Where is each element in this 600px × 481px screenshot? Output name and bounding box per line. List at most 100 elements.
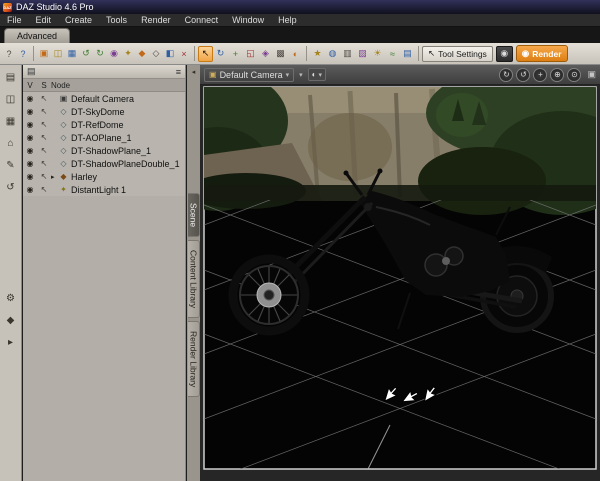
undo-icon[interactable]: ↺	[79, 46, 93, 62]
settings-icon[interactable]: ⚙	[3, 291, 18, 306]
smoothing-icon[interactable]: ≈	[385, 46, 400, 62]
tab-advanced[interactable]: Advanced	[4, 28, 71, 43]
open-scene-icon[interactable]: ◫	[51, 46, 65, 62]
menu-help[interactable]: Help	[271, 14, 304, 26]
delete-node-icon[interactable]: ×	[177, 46, 191, 62]
save-file-icon[interactable]: ▦	[3, 114, 18, 129]
node-label[interactable]: DT-AOPlane_1	[71, 133, 132, 143]
open-file-icon[interactable]: ◫	[3, 92, 18, 107]
node-label[interactable]: DT-RefDome	[71, 120, 124, 130]
rotate-tool-icon[interactable]: ↻	[213, 46, 228, 62]
timeline-icon[interactable]: ▥	[340, 46, 355, 62]
node-label[interactable]: Default Camera	[71, 94, 134, 104]
tree-row-shadowplanedouble[interactable]: ◉ ↖ ◇ DT-ShadowPlaneDouble_1	[23, 157, 185, 170]
node-label[interactable]: DT-SkyDome	[71, 107, 125, 117]
viewport-options-chevron-icon[interactable]: ▾	[299, 71, 303, 79]
menu-file[interactable]: File	[0, 14, 29, 26]
tree-row-shadowplane[interactable]: ◉ ↖ ◇ DT-ShadowPlane_1	[23, 144, 185, 157]
selection-icon[interactable]: ↖	[37, 185, 51, 194]
visibility-eye-icon[interactable]: ◉	[23, 120, 37, 129]
play-icon[interactable]: ▸	[3, 335, 18, 350]
active-pose-tool-icon[interactable]: ◈	[258, 46, 273, 62]
selection-icon[interactable]: ↖	[37, 146, 51, 155]
surface-selection-tool-icon[interactable]: ▩	[273, 46, 288, 62]
node-label[interactable]: DistantLight 1	[71, 185, 126, 195]
node-label[interactable]: DT-ShadowPlaneDouble_1	[71, 159, 180, 169]
scale-tool-icon[interactable]: ◱	[243, 46, 258, 62]
home-icon[interactable]: ⌂	[3, 136, 18, 151]
visibility-eye-icon[interactable]: ◉	[23, 172, 37, 181]
create-primitive-icon[interactable]: ◆	[135, 46, 149, 62]
tree-row-distantlight[interactable]: ◉ ↖ ✦ DistantLight 1	[23, 183, 185, 196]
lighting-icon[interactable]: ☀	[370, 46, 385, 62]
visibility-eye-icon[interactable]: ◉	[23, 159, 37, 168]
bank-icon[interactable]: ↺	[516, 67, 531, 82]
visibility-eye-icon[interactable]: ◉	[23, 133, 37, 142]
new-file-icon[interactable]: ▤	[3, 70, 18, 85]
snapshot-camera-button[interactable]: ◉	[495, 45, 513, 62]
create-camera-icon[interactable]: ◉	[107, 46, 121, 62]
pan-icon[interactable]: +	[533, 67, 548, 82]
tree-row-aoplane[interactable]: ◉ ↖ ◇ DT-AOPlane_1	[23, 131, 185, 144]
panel-menu-icon[interactable]: ≡	[176, 67, 181, 77]
selection-icon[interactable]: ↖	[37, 120, 51, 129]
tree-row-default-camera[interactable]: ◉ ↖ ▣ Default Camera	[23, 92, 185, 105]
tree-row-skydome[interactable]: ◉ ↖ ◇ DT-SkyDome	[23, 105, 185, 118]
context-help-icon[interactable]: ?	[2, 46, 16, 62]
expander-icon[interactable]: ▸	[51, 173, 58, 181]
tab-render-library[interactable]: Render Library	[187, 321, 200, 398]
selection-icon[interactable]: ↖	[37, 107, 51, 116]
render-button[interactable]: ◉ Render	[515, 45, 568, 62]
menu-create[interactable]: Create	[58, 14, 99, 26]
view-cube-icon[interactable]: ▣	[587, 69, 596, 80]
viewport-canvas[interactable]	[200, 85, 600, 481]
new-scene-icon[interactable]: ▣	[37, 46, 51, 62]
menu-window[interactable]: Window	[225, 14, 271, 26]
edit-icon[interactable]: ✎	[3, 158, 18, 173]
menu-render[interactable]: Render	[134, 14, 178, 26]
tab-content-library[interactable]: Content Library	[187, 240, 200, 319]
redo-icon[interactable]: ↻	[93, 46, 107, 62]
node-selection-tool-icon[interactable]: ↖	[198, 45, 213, 62]
visibility-eye-icon[interactable]: ◉	[23, 107, 37, 116]
spot-render-tool-icon[interactable]: ◐	[288, 46, 303, 62]
zoom-icon[interactable]: ⊕	[550, 67, 565, 82]
undo-rail-icon[interactable]: ↺	[3, 180, 18, 195]
selection-icon[interactable]: ↖	[37, 94, 51, 103]
save-scene-icon[interactable]: ▦	[65, 46, 79, 62]
menu-edit[interactable]: Edit	[29, 14, 59, 26]
help-icon[interactable]: ?	[16, 46, 30, 62]
column-node[interactable]: Node	[51, 81, 70, 90]
scene-info-icon[interactable]: ▤	[400, 46, 415, 62]
selection-icon[interactable]: ↖	[37, 133, 51, 142]
content-icon[interactable]: ◆	[3, 313, 18, 328]
frame-icon[interactable]: ⊙	[567, 67, 582, 82]
menu-connect[interactable]: Connect	[178, 14, 226, 26]
column-visible[interactable]: V	[23, 81, 37, 90]
column-selected[interactable]: S	[37, 81, 51, 90]
create-plane-icon[interactable]: ◇	[149, 46, 163, 62]
panel-doc-icon[interactable]: ▤	[27, 66, 36, 77]
node-label[interactable]: Harley	[71, 172, 97, 182]
selection-icon[interactable]: ↖	[37, 172, 51, 181]
drawstyle-selector[interactable]: ◐ ▾	[307, 68, 326, 81]
tab-scene[interactable]: Scene	[187, 193, 200, 238]
orbit-icon[interactable]: ↻	[499, 67, 514, 82]
camera-selector[interactable]: ▣ Default Camera ▾	[204, 67, 295, 82]
visibility-eye-icon[interactable]: ◉	[23, 185, 37, 194]
tool-settings-button[interactable]: ↖ Tool Settings	[422, 45, 493, 62]
tree-row-refdome[interactable]: ◉ ↖ ◇ DT-RefDome	[23, 118, 185, 131]
collapse-panel-icon[interactable]: ◂	[192, 68, 196, 78]
translate-tool-icon[interactable]: +	[228, 46, 243, 62]
tree-row-harley[interactable]: ◉ ↖ ▸ ◆ Harley	[23, 170, 185, 183]
powerpose-icon[interactable]: ★	[310, 46, 325, 62]
duplicate-node-icon[interactable]: ◧	[163, 46, 177, 62]
create-light-icon[interactable]: ✦	[121, 46, 135, 62]
node-label[interactable]: DT-ShadowPlane_1	[71, 146, 151, 156]
menu-tools[interactable]: Tools	[99, 14, 134, 26]
shader-mixer-icon[interactable]: ▨	[355, 46, 370, 62]
puppeteer-icon[interactable]: ◍	[325, 46, 340, 62]
visibility-eye-icon[interactable]: ◉	[23, 94, 37, 103]
selection-icon[interactable]: ↖	[37, 159, 51, 168]
visibility-eye-icon[interactable]: ◉	[23, 146, 37, 155]
